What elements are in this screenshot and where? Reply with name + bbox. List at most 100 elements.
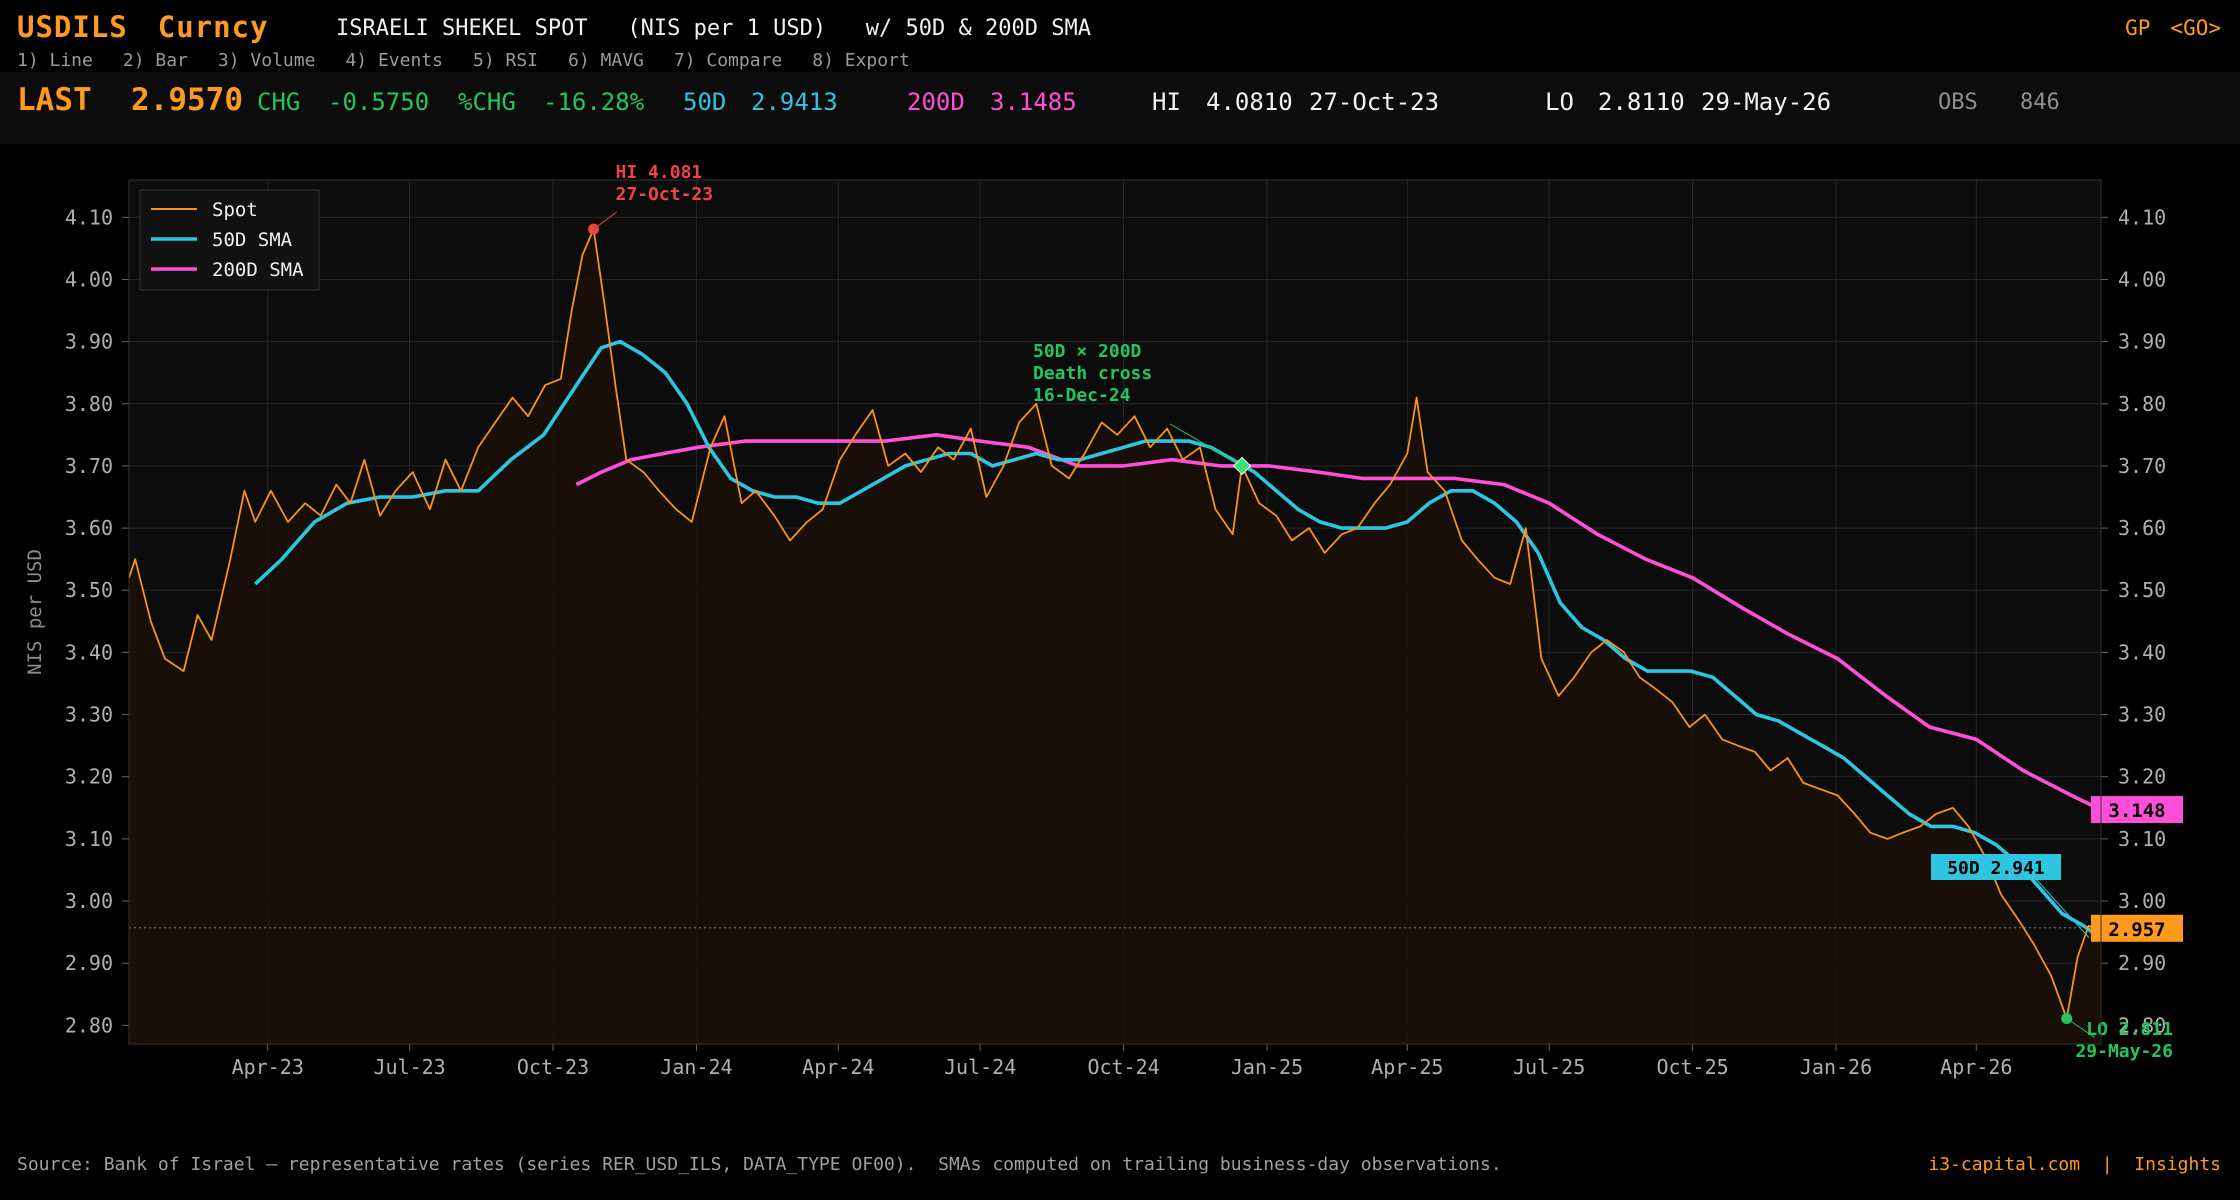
y-tick-label-left: 3.10 — [65, 827, 113, 851]
menu-item-line[interactable]: 1) Line — [17, 50, 93, 71]
spot-last-tag: 2.957 — [2108, 919, 2165, 941]
hi-date-label: 27-Oct-23 — [616, 184, 714, 205]
sma50-tag: 50D 2.941 — [1947, 858, 2045, 879]
y-axis-title: NIS per USD — [24, 549, 46, 675]
x-tick-label: Oct-25 — [1656, 1055, 1728, 1079]
death-cross-date: 16-Dec-24 — [1033, 385, 1131, 406]
y-tick-label-right: 3.50 — [2118, 578, 2166, 602]
menu-item-compare[interactable]: 7) Compare — [674, 50, 782, 71]
y-tick-label-left: 3.20 — [65, 765, 113, 789]
y-tick-label-right: 3.70 — [2118, 454, 2166, 478]
ticker-symbol: USDILS — [17, 10, 128, 44]
obs-label: OBS — [1938, 90, 1978, 115]
sma200-last-tag: 3.148 — [2108, 800, 2165, 822]
y-tick-label-right: 3.90 — [2118, 330, 2166, 354]
chart-area[interactable]: 2.80 2.90 3.00 3.10 3.20 3.30 3.40 3.50 3.60 3.70… — [0, 144, 2240, 1130]
menu-item-volume[interactable]: 3) Volume — [218, 50, 316, 71]
sma200-label: 200D — [907, 88, 965, 116]
y-tick-label-right: 2.90 — [2118, 951, 2166, 975]
source-note: Source: Bank of Israel — representative … — [17, 1154, 1502, 1175]
asset-class: Curncy — [157, 10, 269, 44]
last-value: 2.9570 — [131, 82, 243, 118]
menu-item-bar[interactable]: 2) Bar — [123, 50, 188, 71]
y-tick-label-right: 4.10 — [2118, 205, 2166, 229]
x-tick-label: Apr-25 — [1371, 1055, 1443, 1079]
sma50-label: 50D — [683, 88, 727, 116]
site-link[interactable]: i3-capital.com — [1928, 1154, 2080, 1175]
menu-item-mavg[interactable]: 6) MAVG — [568, 50, 644, 71]
y-tick-label-right: 3.10 — [2118, 827, 2166, 851]
y-tick-label-left: 3.60 — [65, 516, 113, 540]
sma50-value: 2.9413 — [751, 88, 838, 116]
pct-chg-label: %CHG — [458, 88, 516, 116]
price-chart[interactable]: 2.80 2.90 3.00 3.10 3.20 3.30 3.40 3.50 3.60 3.70… — [0, 144, 2240, 1130]
legend-label-50d-sma: 50D SMA — [212, 229, 293, 251]
hi-date: 27-Oct-23 — [1309, 88, 1440, 116]
chg-value: -0.5750 — [328, 88, 430, 116]
x-tick-label: Oct-24 — [1087, 1055, 1159, 1079]
y-tick-label-left: 3.80 — [65, 392, 113, 416]
gp-button[interactable]: GP — [2125, 16, 2150, 40]
chg-label: CHG — [257, 88, 301, 116]
function-menu: 1) Line 2) Bar 3) Volume 4) Events 5) RSI 6) … — [17, 50, 940, 71]
y-tick-label-right: 3.00 — [2118, 889, 2166, 913]
hi-value: 4.0810 — [1206, 88, 1293, 116]
x-tick-label: Apr-26 — [1940, 1055, 2012, 1079]
pct-chg-value: -16.28% — [543, 88, 645, 116]
y-tick-label-left: 3.40 — [65, 640, 113, 664]
lo-value: 2.8110 — [1598, 88, 1685, 116]
y-tick-label-left: 3.70 — [65, 454, 113, 478]
y-axis-left: 2.80 2.90 3.00 3.10 3.20 3.30 3.40 3.50 3.60 3.70… — [65, 205, 129, 1037]
footer-separator: | — [2101, 1154, 2113, 1175]
x-tick-label: Apr-24 — [802, 1055, 874, 1079]
footer-links: i3-capital.com | Insights — [1928, 1154, 2221, 1175]
y-tick-label-right: 3.80 — [2118, 392, 2166, 416]
legend-label-spot: Spot — [212, 199, 258, 221]
y-tick-label-left: 3.90 — [65, 330, 113, 354]
y-tick-label-left: 4.10 — [65, 205, 113, 229]
menu-item-export[interactable]: 8) Export — [812, 50, 910, 71]
security-ticker[interactable]: USDILS Curncy — [17, 10, 299, 44]
x-tick-label: Jan-26 — [1800, 1055, 1872, 1079]
lo-marker — [2061, 1013, 2073, 1025]
go-button[interactable]: <GO> — [2170, 16, 2221, 40]
death-cross-title: 50D × 200D — [1033, 341, 1142, 362]
x-axis: Apr-23 Jul-23 Oct-23 Jan-24 Apr-24 Jul-24 Oct-… — [232, 1044, 2012, 1079]
menu-item-rsi[interactable]: 5) RSI — [473, 50, 538, 71]
y-tick-label-right: 3.20 — [2118, 765, 2166, 789]
y-tick-label-left: 3.50 — [65, 578, 113, 602]
y-tick-label-right: 3.40 — [2118, 640, 2166, 664]
y-tick-label-right: 3.30 — [2118, 703, 2166, 727]
lo-label: LO — [1545, 88, 1574, 116]
hi-label: HI — [1152, 88, 1181, 116]
obs-value: 846 — [2020, 90, 2060, 115]
legend-label-200d-sma: 200D SMA — [212, 259, 304, 281]
legend[interactable]: Spot 50D SMA 200D SMA — [139, 189, 320, 291]
y-tick-label-right: 3.60 — [2118, 516, 2166, 540]
insights-link[interactable]: Insights — [2134, 1154, 2221, 1175]
x-tick-label: Jan-24 — [660, 1055, 732, 1079]
header-bar: USDILS Curncy ISRAELI SHEKEL SPOT (NIS pe… — [0, 0, 2240, 72]
hi-marker — [588, 223, 600, 235]
menu-item-events[interactable]: 4) Events — [345, 50, 443, 71]
death-cross-label: Death cross — [1033, 363, 1152, 384]
function-buttons: GP <GO> — [2105, 16, 2221, 40]
y-tick-label-left: 3.00 — [65, 889, 113, 913]
x-tick-label: Oct-23 — [517, 1055, 589, 1079]
y-tick-label-left: 2.90 — [65, 951, 113, 975]
y-tick-label-left: 4.00 — [65, 267, 113, 291]
stats-bar: LAST 2.9570 CHG -0.5750 %CHG -16.28% 50D… — [0, 72, 2240, 144]
x-tick-label: Jan-25 — [1231, 1055, 1303, 1079]
chart-title: ISRAELI SHEKEL SPOT (NIS per 1 USD) w/ 5… — [336, 16, 1091, 41]
sma200-value: 3.1485 — [990, 88, 1077, 116]
y-axis-right: 2.802.903.003.103.203.303.403.503.603.70… — [2101, 205, 2166, 1037]
x-tick-label: Jul-23 — [373, 1055, 445, 1079]
x-tick-label: Jul-25 — [1513, 1055, 1585, 1079]
y-tick-label-right: 4.00 — [2118, 267, 2166, 291]
y-tick-label-left: 2.80 — [65, 1013, 113, 1037]
lo-label: LO 2.811 — [2086, 1019, 2173, 1040]
x-tick-label: Jul-24 — [944, 1055, 1016, 1079]
x-tick-label: Apr-23 — [232, 1055, 304, 1079]
last-label: LAST — [17, 82, 92, 118]
y-tick-label-left: 3.30 — [65, 703, 113, 727]
